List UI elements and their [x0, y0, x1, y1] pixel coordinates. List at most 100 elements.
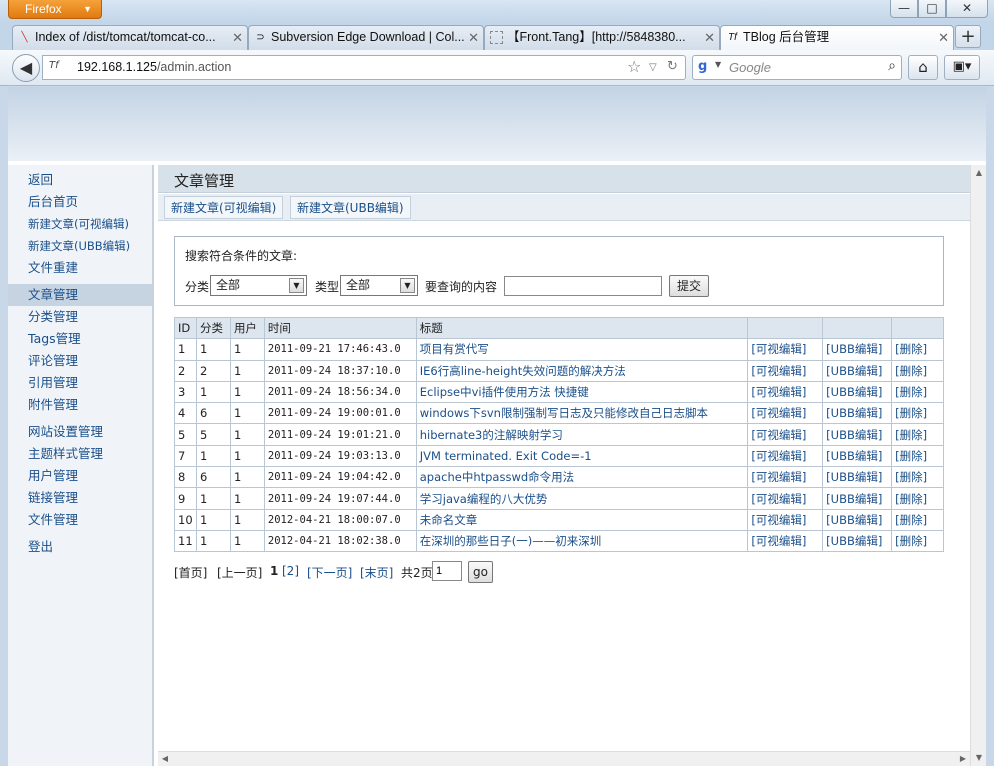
close-tab-icon[interactable]: ✕	[232, 26, 243, 49]
scroll-up-icon[interactable]: ▲	[971, 165, 986, 181]
home-button[interactable]: ⌂	[908, 55, 938, 80]
ubb-edit-link[interactable]: [UBB编辑]	[826, 342, 882, 356]
article-title-link[interactable]: 在深圳的那些日子(一)——初来深圳	[420, 534, 601, 548]
visual-edit-link[interactable]: [可视编辑]	[751, 513, 806, 527]
article-title-link[interactable]: 项目有赏代写	[420, 342, 489, 356]
close-tab-icon[interactable]: ✕	[938, 26, 949, 49]
visual-edit-link[interactable]: [可视编辑]	[751, 364, 806, 378]
pager-last-link[interactable]: [末页]	[360, 564, 393, 581]
visual-edit-link[interactable]: [可视编辑]	[751, 534, 806, 548]
chevron-down-icon[interactable]: ▼	[289, 278, 304, 293]
visual-edit-link[interactable]: [可视编辑]	[751, 342, 806, 356]
site-identity-icon[interactable]: Tf	[49, 60, 59, 71]
ubb-edit-link[interactable]: [UBB编辑]	[826, 385, 882, 399]
new-post-visual-button[interactable]: 新建文章(可视编辑)	[164, 196, 284, 219]
pager-jump-input[interactable]	[432, 561, 462, 581]
sidebar-item[interactable]: 文件管理	[8, 509, 152, 531]
sidebar-item[interactable]: 新建文章(UBB编辑)	[8, 235, 152, 257]
article-title-link[interactable]: apache中htpasswd命令用法	[420, 470, 574, 484]
pager-go-button[interactable]: go	[468, 561, 493, 583]
tab-front-tang[interactable]: 【Front.Tang】[http://5848380... ✕	[484, 25, 720, 50]
delete-link[interactable]: [删除]	[895, 385, 927, 399]
article-title-link[interactable]: hibernate3的注解映射学习	[420, 428, 563, 442]
sidebar-item[interactable]: Tags管理	[8, 328, 152, 350]
delete-link[interactable]: [删除]	[895, 492, 927, 506]
visual-edit-link[interactable]: [可视编辑]	[751, 449, 806, 463]
close-tab-icon[interactable]: ✕	[704, 26, 715, 49]
article-title-link[interactable]: 未命名文章	[420, 513, 478, 527]
tab-tblog-admin[interactable]: Tf TBlog 后台管理 ✕	[720, 25, 954, 51]
visual-edit-link[interactable]: [可视编辑]	[751, 406, 806, 420]
history-dropdown-icon[interactable]: ▽	[649, 62, 657, 73]
tab-subversion-edge[interactable]: ⊃ Subversion Edge Download | Col... ✕	[248, 25, 484, 50]
sidebar-item[interactable]: 登出	[8, 536, 152, 558]
ubb-edit-link[interactable]: [UBB编辑]	[826, 428, 882, 442]
sidebar-item[interactable]: 文件重建	[8, 257, 152, 279]
ubb-edit-link[interactable]: [UBB编辑]	[826, 364, 882, 378]
bookmarks-menu-button[interactable]: ▣▾	[944, 55, 980, 80]
minimize-button[interactable]: —	[890, 0, 918, 18]
sidebar-item[interactable]: 分类管理	[8, 306, 152, 328]
firefox-menu-button[interactable]: Firefox ▼	[8, 0, 102, 19]
search-icon[interactable]: ⌕	[888, 58, 896, 74]
search-input[interactable]: Google	[729, 60, 771, 75]
article-title-link[interactable]: JVM terminated. Exit Code=-1	[420, 449, 592, 463]
back-button[interactable]: ◀	[12, 54, 40, 82]
sidebar-item[interactable]: 主题样式管理	[8, 443, 152, 465]
vertical-scrollbar[interactable]: ▲ ▼	[970, 165, 986, 766]
delete-link[interactable]: [删除]	[895, 534, 927, 548]
sidebar-item[interactable]: 评论管理	[8, 350, 152, 372]
pager-page-2-link[interactable]: [2]	[282, 564, 299, 578]
close-tab-icon[interactable]: ✕	[468, 26, 479, 49]
new-tab-button[interactable]: +	[955, 25, 981, 48]
ubb-edit-link[interactable]: [UBB编辑]	[826, 406, 882, 420]
pager-next-link[interactable]: [下一页]	[307, 564, 352, 581]
address-bar[interactable]: Tf 192.168.1.125/admin.action ☆ ▽ ↻	[42, 55, 686, 80]
article-title-link[interactable]: IE6行高line-height失效问题的解决方法	[420, 364, 626, 378]
ubb-edit-link[interactable]: [UBB编辑]	[826, 449, 882, 463]
category-select[interactable]: 全部 ▼	[210, 275, 307, 296]
type-select[interactable]: 全部 ▼	[340, 275, 418, 296]
visual-edit-link[interactable]: [可视编辑]	[751, 385, 806, 399]
chevron-down-icon[interactable]: ▼	[715, 60, 721, 69]
delete-link[interactable]: [删除]	[895, 428, 927, 442]
submit-search-button[interactable]: 提交	[669, 275, 709, 297]
article-title-link[interactable]: 学习java编程的八大优势	[420, 492, 548, 506]
sidebar-item[interactable]: 返回	[8, 169, 152, 191]
query-input[interactable]	[504, 276, 662, 296]
google-engine-icon[interactable]: g	[698, 59, 714, 75]
sidebar-item[interactable]: 新建文章(可视编辑)	[8, 213, 152, 235]
delete-link[interactable]: [删除]	[895, 406, 927, 420]
sidebar-item[interactable]: 引用管理	[8, 372, 152, 394]
visual-edit-link[interactable]: [可视编辑]	[751, 428, 806, 442]
visual-edit-link[interactable]: [可视编辑]	[751, 470, 806, 484]
article-title-link[interactable]: windows下svn限制强制写日志及只能修改自己日志脚本	[420, 406, 708, 420]
maximize-button[interactable]: □	[918, 0, 946, 18]
delete-link[interactable]: [删除]	[895, 364, 927, 378]
horizontal-scrollbar[interactable]: ◀ ▶	[158, 751, 970, 766]
reload-icon[interactable]: ↻	[667, 59, 678, 74]
sidebar-item[interactable]: 文章管理	[8, 284, 152, 306]
ubb-edit-link[interactable]: [UBB编辑]	[826, 534, 882, 548]
article-title-link[interactable]: Eclipse中vi插件使用方法 快捷键	[420, 385, 589, 399]
bookmark-star-icon[interactable]: ☆	[627, 57, 641, 76]
search-box[interactable]: g ▼ Google ⌕	[692, 55, 902, 80]
sidebar-item[interactable]: 后台首页	[8, 191, 152, 213]
delete-link[interactable]: [删除]	[895, 342, 927, 356]
sidebar-item[interactable]: 链接管理	[8, 487, 152, 509]
tab-tomcat-index[interactable]: ╲ Index of /dist/tomcat/tomcat-co... ✕	[12, 25, 248, 50]
scroll-right-icon[interactable]: ▶	[956, 752, 970, 766]
close-window-button[interactable]: ✕	[946, 0, 988, 18]
ubb-edit-link[interactable]: [UBB编辑]	[826, 470, 882, 484]
ubb-edit-link[interactable]: [UBB编辑]	[826, 492, 882, 506]
scroll-left-icon[interactable]: ◀	[158, 752, 172, 766]
delete-link[interactable]: [删除]	[895, 513, 927, 527]
ubb-edit-link[interactable]: [UBB编辑]	[826, 513, 882, 527]
sidebar-item[interactable]: 网站设置管理	[8, 421, 152, 443]
sidebar-item[interactable]: 用户管理	[8, 465, 152, 487]
visual-edit-link[interactable]: [可视编辑]	[751, 492, 806, 506]
scroll-down-icon[interactable]: ▼	[971, 750, 986, 766]
chevron-down-icon[interactable]: ▼	[400, 278, 415, 293]
sidebar-item[interactable]: 附件管理	[8, 394, 152, 416]
new-post-ubb-button[interactable]: 新建文章(UBB编辑)	[290, 196, 411, 219]
